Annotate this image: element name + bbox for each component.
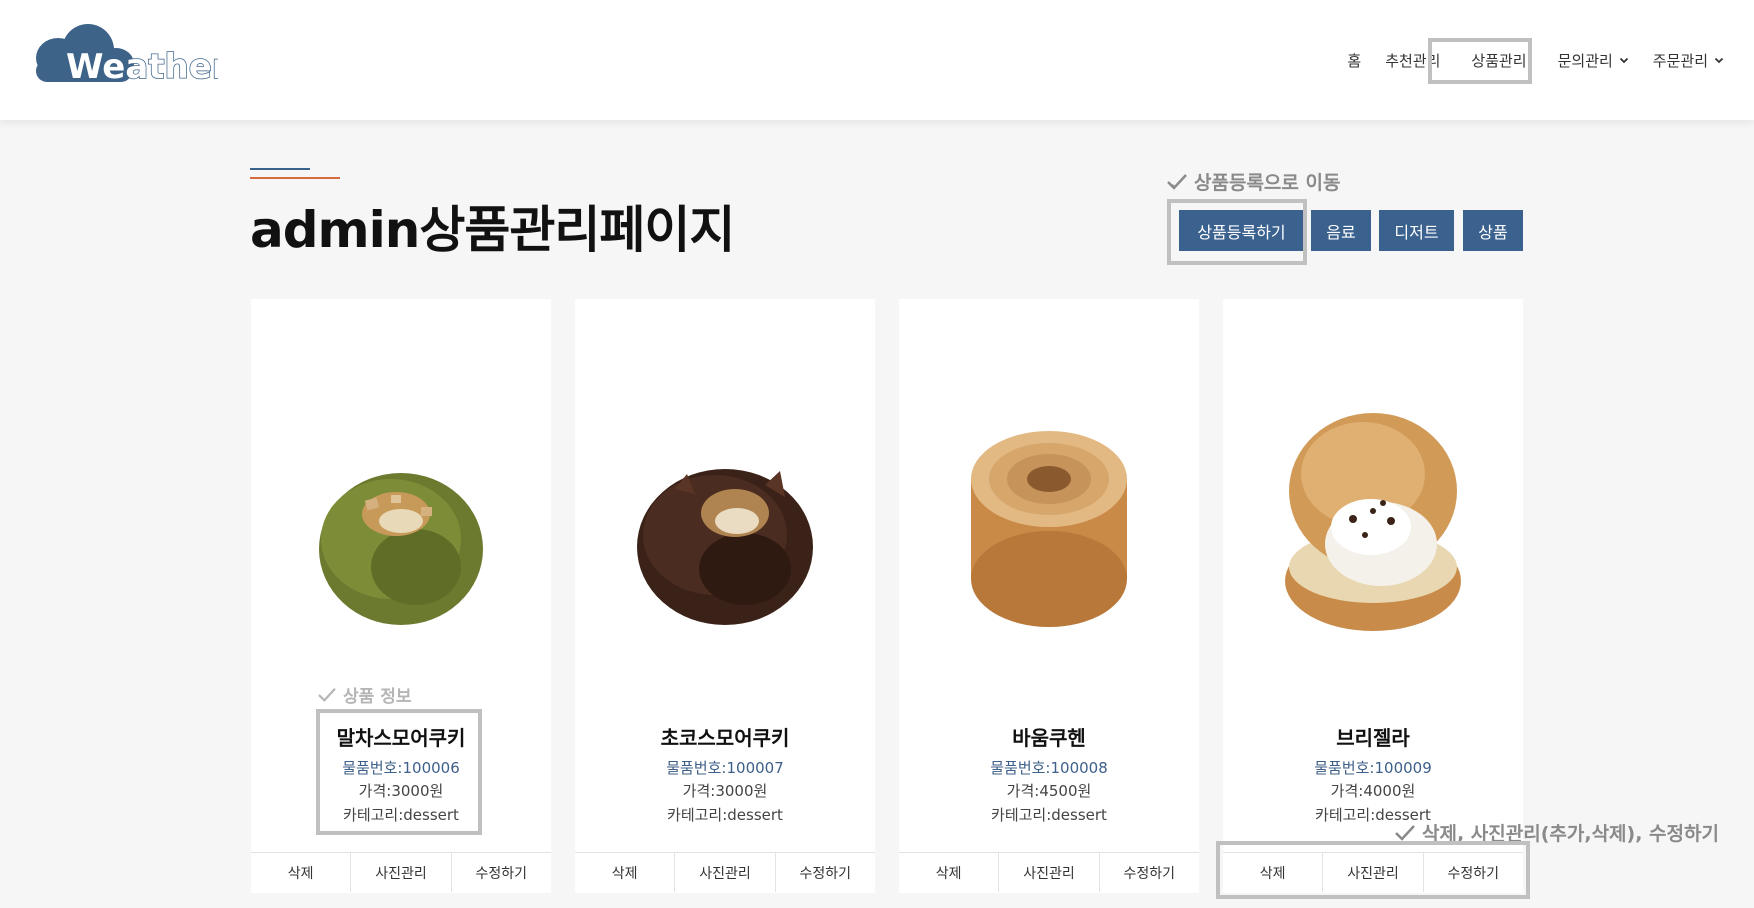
- delete-button[interactable]: 삭제: [575, 853, 676, 892]
- card-actions: 삭제 사진관리 수정하기: [1223, 852, 1523, 892]
- card-actions: 삭제 사진관리 수정하기: [899, 852, 1199, 892]
- product-id: 물품번호:100009: [1314, 759, 1432, 777]
- nav-item-recommend[interactable]: 추천관리: [1373, 40, 1452, 80]
- nav-item-products[interactable]: 상품관리: [1452, 40, 1545, 80]
- product-card: 바움쿠헨 물품번호:100008 가격:4500원 카테고리:dessert 삭…: [899, 299, 1199, 893]
- product-price: 가격:4500원: [1006, 782, 1092, 800]
- product-image-matcha-cookie[interactable]: [251, 299, 551, 694]
- product-image-choco-cookie[interactable]: [575, 299, 875, 694]
- product-category: 카테고리:dessert: [991, 806, 1107, 824]
- actions-annotation-text: 삭제, 사진관리(추가,삭제), 수정하기: [1422, 823, 1719, 845]
- check-icon: [318, 687, 336, 702]
- page-title: admin상품관리페이지: [250, 201, 735, 259]
- register-annotation: 상품등록으로 이동: [1166, 168, 1340, 195]
- product-image-brigella[interactable]: [1223, 299, 1523, 694]
- register-annotation-text: 상품등록으로 이동: [1194, 172, 1341, 194]
- product-info-annotation-text: 상품 정보: [343, 687, 412, 707]
- title-decoration-orange: [250, 177, 340, 179]
- nav-item-home[interactable]: 홈: [1335, 40, 1373, 80]
- product-card: 초코스모어쿠키 물품번호:100007 가격:3000원 카테고리:desser…: [575, 299, 875, 893]
- product-category: 카테고리:dessert: [667, 806, 783, 824]
- product-id: 물품번호:100008: [990, 759, 1108, 777]
- nav-item-orders[interactable]: 주문관리: [1641, 40, 1736, 80]
- nav-label: 추천관리: [1385, 51, 1441, 70]
- logo-text: Weather: [66, 47, 218, 87]
- button-label: 상품등록하기: [1197, 222, 1286, 242]
- edit-button[interactable]: 수정하기: [776, 853, 875, 892]
- main-nav: 홈 추천관리 상품관리 문의관리 주문관리: [1335, 40, 1736, 80]
- product-name: 초코스모어쿠키: [660, 726, 790, 750]
- filter-goods-button[interactable]: 상품: [1463, 210, 1523, 251]
- product-name: 바움쿠헨: [1012, 726, 1086, 750]
- product-price: 가격:4000원: [1330, 782, 1416, 800]
- weather-logo[interactable]: Weather: [18, 20, 218, 90]
- product-info-annotation: 상품 정보: [317, 682, 411, 707]
- choco-cookie-image: [637, 469, 813, 625]
- delete-button[interactable]: 삭제: [251, 853, 352, 892]
- photo-manage-button[interactable]: 사진관리: [999, 853, 1100, 892]
- register-product-button[interactable]: 상품등록하기: [1179, 210, 1304, 251]
- filter-dessert-button[interactable]: 디저트: [1379, 210, 1454, 251]
- nav-label: 주문관리: [1652, 51, 1708, 70]
- edit-button[interactable]: 수정하기: [1100, 853, 1199, 892]
- delete-button[interactable]: 삭제: [899, 853, 1000, 892]
- product-name: 말차스모어쿠키: [336, 726, 466, 750]
- nav-label: 상품관리: [1471, 51, 1527, 70]
- card-actions: 삭제 사진관리 수정하기: [575, 852, 875, 892]
- product-category: 카테고리:dessert: [343, 806, 459, 824]
- photo-manage-button[interactable]: 사진관리: [1323, 853, 1424, 892]
- card-actions: 삭제 사진관리 수정하기: [251, 852, 551, 892]
- button-label: 상품: [1478, 222, 1508, 242]
- delete-button[interactable]: 삭제: [1223, 853, 1324, 892]
- product-image-baumkuchen[interactable]: [899, 299, 1199, 694]
- title-decoration-blue: [250, 168, 310, 170]
- top-header: Weather 홈 추천관리 상품관리 문의관리 주문관리: [0, 0, 1754, 120]
- matcha-cookie-image: [319, 473, 483, 625]
- photo-manage-button[interactable]: 사진관리: [675, 853, 776, 892]
- cloud-logo-icon: Weather: [36, 24, 218, 88]
- button-label: 음료: [1326, 222, 1356, 242]
- nav-item-inquiry[interactable]: 문의관리: [1546, 40, 1641, 80]
- filter-drink-button[interactable]: 음료: [1311, 210, 1371, 251]
- product-card: 말차스모어쿠키 물품번호:100006 가격:3000원 카테고리:desser…: [251, 299, 551, 893]
- nav-label: 홈: [1347, 51, 1362, 70]
- photo-manage-button[interactable]: 사진관리: [351, 853, 452, 892]
- button-label: 디저트: [1394, 222, 1439, 242]
- chevron-down-icon: [1714, 57, 1724, 64]
- baumkuchen-image: [971, 431, 1127, 627]
- product-card: 브리젤라 물품번호:100009 가격:4000원 카테고리:dessert 삭…: [1223, 299, 1523, 893]
- chevron-down-icon: [1619, 57, 1628, 64]
- product-price: 가격:3000원: [682, 782, 768, 800]
- product-price: 가격:3000원: [358, 782, 444, 800]
- edit-button[interactable]: 수정하기: [452, 853, 551, 892]
- product-name: 브리젤라: [1336, 726, 1410, 750]
- nav-label: 문의관리: [1557, 51, 1613, 70]
- brigella-image: [1285, 413, 1461, 631]
- actions-annotation: 삭제, 사진관리(추가,삭제), 수정하기: [1394, 819, 1719, 846]
- product-id: 물품번호:100006: [342, 759, 460, 777]
- check-icon: [1167, 173, 1187, 190]
- product-id: 물품번호:100007: [666, 759, 784, 777]
- check-icon: [1395, 824, 1415, 841]
- edit-button[interactable]: 수정하기: [1424, 853, 1523, 892]
